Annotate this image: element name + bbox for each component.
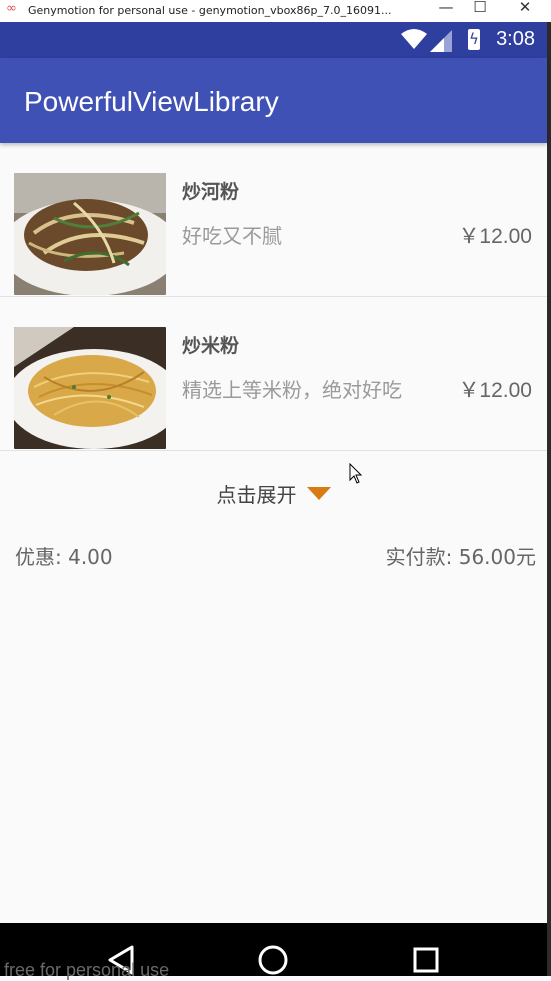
item-price: ￥12.00: [458, 225, 532, 248]
item-image-fried-vermicelli: [14, 327, 166, 449]
item-price: ￥12.00: [458, 379, 532, 402]
item-name: 炒河粉: [182, 181, 240, 203]
expand-button[interactable]: 点击展开: [0, 479, 547, 513]
mouse-cursor-icon: [349, 463, 363, 484]
close-button[interactable]: ✕: [510, 0, 540, 16]
expand-label: 点击展开: [216, 483, 297, 507]
watermark-text: free for personal use: [4, 960, 170, 980]
triangle-down-icon: [306, 487, 331, 500]
item-description: 精选上等米粉，绝对好吃: [182, 378, 402, 402]
recents-icon: [413, 947, 439, 973]
app-bar: PowerfulViewLibrary: [0, 58, 547, 143]
battery-charging-icon: ϟ: [468, 29, 480, 50]
recents-button[interactable]: [386, 923, 466, 976]
status-time: 3:08: [496, 28, 535, 50]
wifi-icon: [401, 28, 427, 54]
minimize-button[interactable]: —: [431, 0, 461, 16]
window-right-border: [547, 22, 551, 976]
app-title: PowerfulViewLibrary: [24, 86, 279, 117]
total-paid-label: 实付款: 56.00元: [385, 545, 536, 569]
genymotion-logo-icon: ∞: [6, 1, 17, 16]
item-image-stir-fried-rice-noodles: [14, 173, 166, 295]
list-item[interactable]: 炒米粉 精选上等米粉，绝对好吃 ￥12.00: [0, 297, 547, 451]
maximize-button[interactable]: ☐: [465, 0, 495, 16]
item-name: 炒米粉: [182, 335, 240, 357]
list-item[interactable]: 炒河粉 好吃又不腻 ￥12.00: [0, 143, 547, 297]
status-bar: ϟ 3:08: [0, 22, 547, 58]
discount-label: 优惠: 4.00: [15, 545, 113, 569]
window-titlebar: ∞ Genymotion for personal use - genymoti…: [0, 0, 551, 22]
home-icon: [258, 945, 288, 975]
home-button[interactable]: [233, 923, 313, 976]
window-title: Genymotion for personal use - genymotion…: [28, 4, 392, 17]
signal-icon: [430, 30, 452, 56]
item-description: 好吃又不腻: [182, 224, 282, 248]
